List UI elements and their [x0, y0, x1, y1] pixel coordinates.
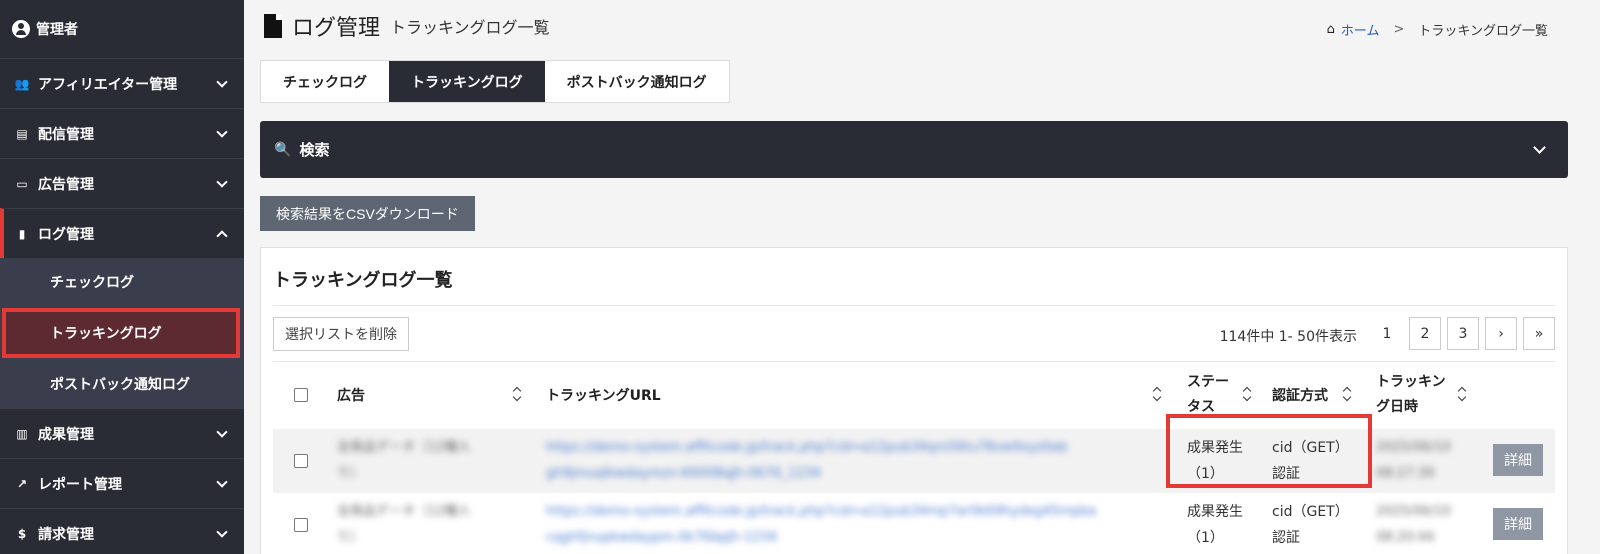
sidebar-item-ads[interactable]: ▭ 広告管理 — [0, 158, 244, 208]
sidebar: 管理者 👥 アフィリエイター管理 ▤ 配信管理 ▭ 広告管理 ▮ ログ管理 チェ… — [0, 0, 244, 554]
sort-icon[interactable] — [1344, 388, 1350, 400]
user-menu[interactable]: 管理者 — [0, 0, 244, 58]
column-header-date[interactable]: トラッキン グ日時 — [1376, 362, 1446, 427]
sidebar-item-billing[interactable]: $ 請求管理 — [0, 508, 244, 554]
tab-postbacklog[interactable]: ポストバック通知ログ — [545, 61, 729, 102]
chevron-down-icon — [216, 476, 228, 488]
page-3[interactable]: 3 — [1447, 317, 1479, 350]
sidebar-item-results[interactable]: ▥ 成果管理 — [0, 408, 244, 458]
column-header-url[interactable]: トラッキングURL — [546, 362, 661, 427]
sidebar-item-affiliator[interactable]: 👥 アフィリエイター管理 — [0, 58, 244, 108]
breadcrumb-current: トラッキングログ一覧 — [1418, 24, 1548, 39]
search-toggle[interactable]: 🔍 検索 — [260, 121, 1568, 178]
ad-icon: ▭ — [16, 176, 28, 191]
status-cell: 成果発生 （1） — [1187, 504, 1243, 546]
tab-checklog[interactable]: チェックログ — [261, 61, 389, 102]
sidebar-item-delivery[interactable]: ▤ 配信管理 — [0, 108, 244, 158]
chevron-down-icon — [1533, 141, 1546, 154]
dollar-icon: $ — [17, 526, 27, 541]
ad-name: 全商品データ（12種入 り） — [337, 440, 471, 481]
search-icon: 🔍 — [274, 141, 292, 158]
sidebar-item-logs[interactable]: ▮ ログ管理 — [0, 208, 244, 258]
page-subtitle: トラッキングログ一覧 — [390, 18, 550, 37]
highlight-box — [1166, 414, 1372, 488]
tab-trackinglog[interactable]: トラッキングログ — [389, 61, 545, 102]
sidebar-item-label: レポート管理 — [38, 476, 122, 493]
user-icon — [12, 20, 30, 38]
divider — [273, 305, 1555, 306]
row-checkbox[interactable] — [294, 518, 308, 532]
row-checkbox[interactable] — [294, 454, 308, 468]
page-last[interactable]: » — [1523, 317, 1555, 350]
detail-button[interactable]: 詳細 — [1493, 444, 1543, 476]
chevron-down-icon — [216, 426, 228, 438]
search-label: 検索 — [299, 141, 330, 159]
card-title: トラッキングログ一覧 — [273, 270, 453, 291]
chevron-up-icon — [216, 230, 228, 242]
file-icon — [264, 14, 282, 38]
breadcrumb-separator: > — [1393, 22, 1405, 37]
ad-name: 全商品データ（12種入 り） — [337, 504, 471, 545]
sidebar-subnav: チェックログ トラッキングログ ポストバック通知ログ — [0, 258, 244, 408]
result-count: 114件中 1- 50件表示 — [1219, 329, 1357, 345]
sidebar-item-label: アフィリエイター管理 — [38, 76, 178, 93]
sort-icon[interactable] — [1154, 388, 1160, 400]
page-next[interactable]: › — [1485, 317, 1517, 350]
home-icon: ⌂ — [1326, 22, 1335, 37]
chevron-down-icon — [216, 526, 228, 538]
chevron-down-icon — [216, 76, 228, 88]
divider — [273, 361, 1555, 362]
tracking-url[interactable]: https://demo-system.affitcode.jp/track.p… — [546, 499, 1151, 551]
pagination: 1 2 3 › » — [1371, 317, 1555, 350]
page-title: ログ管理 トラッキングログ一覧 — [264, 10, 550, 42]
detail-button[interactable]: 詳細 — [1493, 508, 1543, 540]
tracking-date: 2025/06/10 08:27:39 — [1376, 440, 1451, 481]
sidebar-item-reports[interactable]: ↗ レポート管理 — [0, 458, 244, 508]
sidebar-item-label: 配信管理 — [38, 126, 94, 143]
delete-selected-button[interactable]: 選択リストを削除 — [273, 317, 409, 351]
table-row: 全商品データ（12種入 り） https://demo-system.affitc… — [273, 493, 1555, 554]
sort-icon[interactable] — [1459, 388, 1465, 400]
sidebar-subitem-trackinglog[interactable]: トラッキングログ — [2, 308, 240, 358]
tab-bar: チェックログ トラッキングログ ポストバック通知ログ — [260, 60, 730, 103]
csv-download-button[interactable]: 検索結果をCSVダウンロード — [260, 196, 475, 231]
sidebar-item-label: 広告管理 — [38, 176, 94, 193]
breadcrumb: ⌂ ホーム > トラッキングログ一覧 — [1327, 20, 1548, 39]
breadcrumb-home[interactable]: ホーム — [1341, 20, 1380, 39]
page-2[interactable]: 2 — [1409, 317, 1441, 350]
tracking-date: 2025/06/10 08:20:44 — [1376, 504, 1451, 545]
sidebar-subitem-checklog[interactable]: チェックログ — [0, 258, 244, 306]
delivery-icon: ▤ — [16, 126, 28, 141]
tracking-url[interactable]: https://demo-system.affitcode.jp/track.p… — [546, 435, 1151, 487]
page-1[interactable]: 1 — [1371, 317, 1403, 350]
auth-cell: cid（GET） 認証 — [1272, 504, 1349, 546]
users-icon: 👥 — [14, 76, 30, 91]
select-all-checkbox[interactable] — [294, 388, 308, 402]
chevron-down-icon — [216, 176, 228, 188]
column-header-ad[interactable]: 広告 — [337, 362, 365, 427]
tracking-log-card: トラッキングログ一覧 選択リストを削除 114件中 1- 50件表示 1 2 3… — [260, 247, 1568, 554]
bar-chart-icon: ▥ — [16, 426, 28, 441]
user-name: 管理者 — [36, 22, 78, 38]
page-title-main: ログ管理 — [292, 16, 381, 41]
sort-icon[interactable] — [1244, 388, 1250, 400]
main-content: ログ管理 トラッキングログ一覧 ⌂ ホーム > トラッキングログ一覧 チェックロ… — [244, 0, 1600, 554]
line-chart-icon: ↗ — [16, 476, 28, 491]
sidebar-item-label: ログ管理 — [38, 226, 94, 243]
sidebar-subitem-postbacklog[interactable]: ポストバック通知ログ — [0, 360, 244, 408]
chevron-down-icon — [216, 126, 228, 138]
sort-icon[interactable] — [514, 388, 520, 400]
sidebar-item-label: 成果管理 — [38, 426, 94, 443]
sidebar-item-label: 請求管理 — [38, 526, 94, 543]
file-icon: ▮ — [18, 226, 26, 241]
